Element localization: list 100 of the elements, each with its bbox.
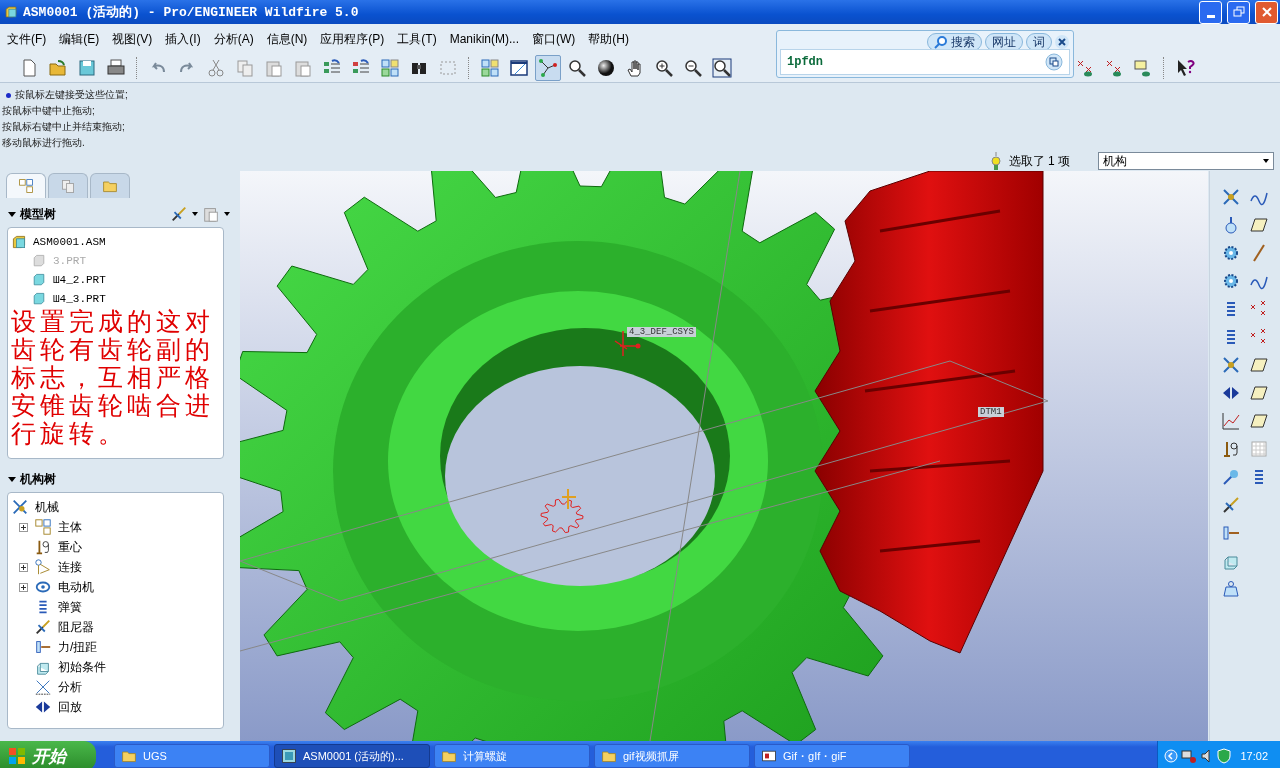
cross-arrows-icon bbox=[1221, 187, 1241, 207]
clipboard-list-icon bbox=[293, 58, 313, 78]
tree-item[interactable]: 弹簧 bbox=[58, 598, 82, 616]
tool-button[interactable] bbox=[1249, 383, 1269, 403]
tree-item[interactable]: 机械 bbox=[35, 498, 59, 516]
tool-button[interactable] bbox=[1221, 579, 1241, 599]
cog-icon bbox=[1221, 271, 1241, 291]
window-title: ASM0001 (活动的) - Pro/ENGINEER Wildfire 5.0 bbox=[23, 4, 360, 21]
damper-icon bbox=[34, 618, 52, 636]
tree-item[interactable]: Ш4_3.PRT bbox=[53, 292, 106, 305]
menu-item[interactable]: 应用程序(P) bbox=[315, 30, 393, 48]
squares-icon bbox=[480, 58, 500, 78]
selection-status: 选取了 1 项 bbox=[1008, 152, 1070, 170]
tree-item[interactable]: 连接 bbox=[58, 558, 82, 576]
toolbar-button[interactable] bbox=[709, 55, 735, 81]
taskbar-button[interactable]: ASM0001 (活动的)... bbox=[274, 744, 430, 768]
zoom-out-icon bbox=[683, 58, 703, 78]
message-text: 移动鼠标进行拖动. bbox=[2, 136, 85, 150]
axes-eye-icon bbox=[1075, 58, 1095, 78]
tree-item[interactable]: 回放 bbox=[58, 698, 82, 716]
tree-item[interactable]: 初始条件 bbox=[58, 658, 106, 676]
message-text: 按鼠标左键接受这些位置; bbox=[15, 88, 128, 102]
tool-button[interactable] bbox=[1249, 215, 1269, 235]
panel-tab[interactable] bbox=[6, 173, 46, 198]
chevron-icon[interactable] bbox=[1164, 749, 1179, 763]
minimize-icon bbox=[1206, 14, 1215, 18]
close-icon[interactable] bbox=[1055, 35, 1069, 49]
sphere-icon bbox=[596, 58, 616, 78]
restore-icon bbox=[1232, 6, 1245, 18]
panel-title: 机构树 bbox=[20, 471, 57, 488]
assembly-icon bbox=[4, 5, 18, 19]
taskbar-button[interactable]: gif视频抓屏 bbox=[594, 744, 750, 768]
tree-item[interactable]: 电动机 bbox=[58, 578, 94, 596]
taskbar-button[interactable]: 计算螺旋 bbox=[434, 744, 590, 768]
grid-icon bbox=[1249, 439, 1269, 459]
copy-icon bbox=[60, 178, 76, 194]
menu-item[interactable]: 文件(F) bbox=[2, 30, 55, 48]
message-text: 按鼠标中键中止拖动; bbox=[2, 104, 95, 118]
taskbar-button[interactable]: UGS bbox=[114, 744, 270, 768]
tool-button[interactable] bbox=[1221, 523, 1241, 543]
tool-button[interactable] bbox=[1221, 271, 1241, 291]
menu-item[interactable]: 工具(T) bbox=[392, 30, 445, 48]
caret-icon bbox=[1263, 159, 1269, 163]
tool-button[interactable] bbox=[1221, 243, 1241, 263]
network-icon[interactable] bbox=[1181, 748, 1198, 764]
tree-item[interactable]: 力/扭距 bbox=[58, 638, 98, 656]
collapse-icon[interactable] bbox=[8, 477, 16, 482]
tool-button[interactable] bbox=[1221, 467, 1241, 487]
windows-logo-icon bbox=[8, 747, 26, 765]
menu-item[interactable]: 视图(V) bbox=[107, 30, 161, 48]
tree-item[interactable]: 阻尼器 bbox=[58, 618, 94, 636]
tree-item[interactable]: ASM0001.ASM bbox=[33, 235, 106, 248]
tool-button[interactable] bbox=[1221, 355, 1241, 375]
damper-icon bbox=[170, 205, 188, 223]
plane-icon bbox=[1249, 383, 1269, 403]
menu-item[interactable]: 插入(I) bbox=[160, 30, 209, 48]
tree-item[interactable]: 分析 bbox=[58, 678, 82, 696]
gear-assembly-drawing[interactable] bbox=[240, 171, 1049, 741]
minimize-button[interactable] bbox=[1199, 0, 1222, 24]
plane-eye-icon bbox=[1133, 58, 1153, 78]
tool-button[interactable] bbox=[1249, 355, 1269, 375]
tree-item[interactable]: 重心 bbox=[58, 538, 82, 556]
save-icon bbox=[77, 58, 97, 78]
mechanism-icon bbox=[11, 498, 29, 516]
folder-icon bbox=[121, 748, 137, 764]
clock: 17:02 bbox=[1240, 750, 1268, 762]
close-button[interactable] bbox=[1255, 0, 1278, 24]
menu-item[interactable]: 信息(N) bbox=[261, 30, 316, 48]
filter-dropdown[interactable]: 机构 bbox=[1098, 152, 1274, 170]
plane-icon bbox=[1249, 411, 1269, 431]
collapse-icon[interactable] bbox=[8, 211, 16, 217]
taskbar-button[interactable]: Gif・gIf・giF bbox=[754, 744, 910, 768]
csys-label: 4_3_DEF_CSYS bbox=[627, 327, 696, 337]
search-icon bbox=[934, 35, 948, 49]
paste-icon bbox=[264, 58, 284, 78]
restore-button[interactable] bbox=[1227, 0, 1250, 24]
printer-icon bbox=[106, 58, 126, 78]
menu-item[interactable]: 窗口(W) bbox=[527, 30, 584, 48]
tool-button[interactable] bbox=[1221, 495, 1241, 515]
folder-icon bbox=[102, 178, 118, 194]
tree-item[interactable]: 主体 bbox=[58, 518, 82, 536]
menu-item[interactable]: 分析(A) bbox=[208, 30, 262, 48]
tree-item[interactable]: Ш4_2.PRT bbox=[53, 273, 106, 286]
search-field[interactable]: 1pfdn bbox=[780, 49, 1070, 75]
clipboard-list-icon bbox=[202, 205, 220, 223]
menu-item[interactable]: 编辑(E) bbox=[54, 30, 108, 48]
gears-icon bbox=[1221, 243, 1241, 263]
copy-icon[interactable] bbox=[1045, 53, 1063, 71]
force-icon bbox=[1221, 523, 1241, 543]
zoom-fit-icon bbox=[712, 58, 732, 78]
tool-button[interactable] bbox=[1249, 411, 1269, 431]
tool-button[interactable] bbox=[1221, 187, 1241, 207]
part-icon bbox=[31, 271, 47, 288]
lightbulb-icon bbox=[990, 151, 1001, 171]
folder-icon bbox=[441, 748, 457, 764]
plane-icon bbox=[1249, 355, 1269, 375]
tool-button[interactable] bbox=[1221, 411, 1241, 431]
menu-item[interactable]: Manikin(M)... bbox=[444, 32, 527, 46]
menu-item[interactable]: 帮助(H) bbox=[583, 30, 637, 48]
weight-icon bbox=[1221, 579, 1241, 599]
